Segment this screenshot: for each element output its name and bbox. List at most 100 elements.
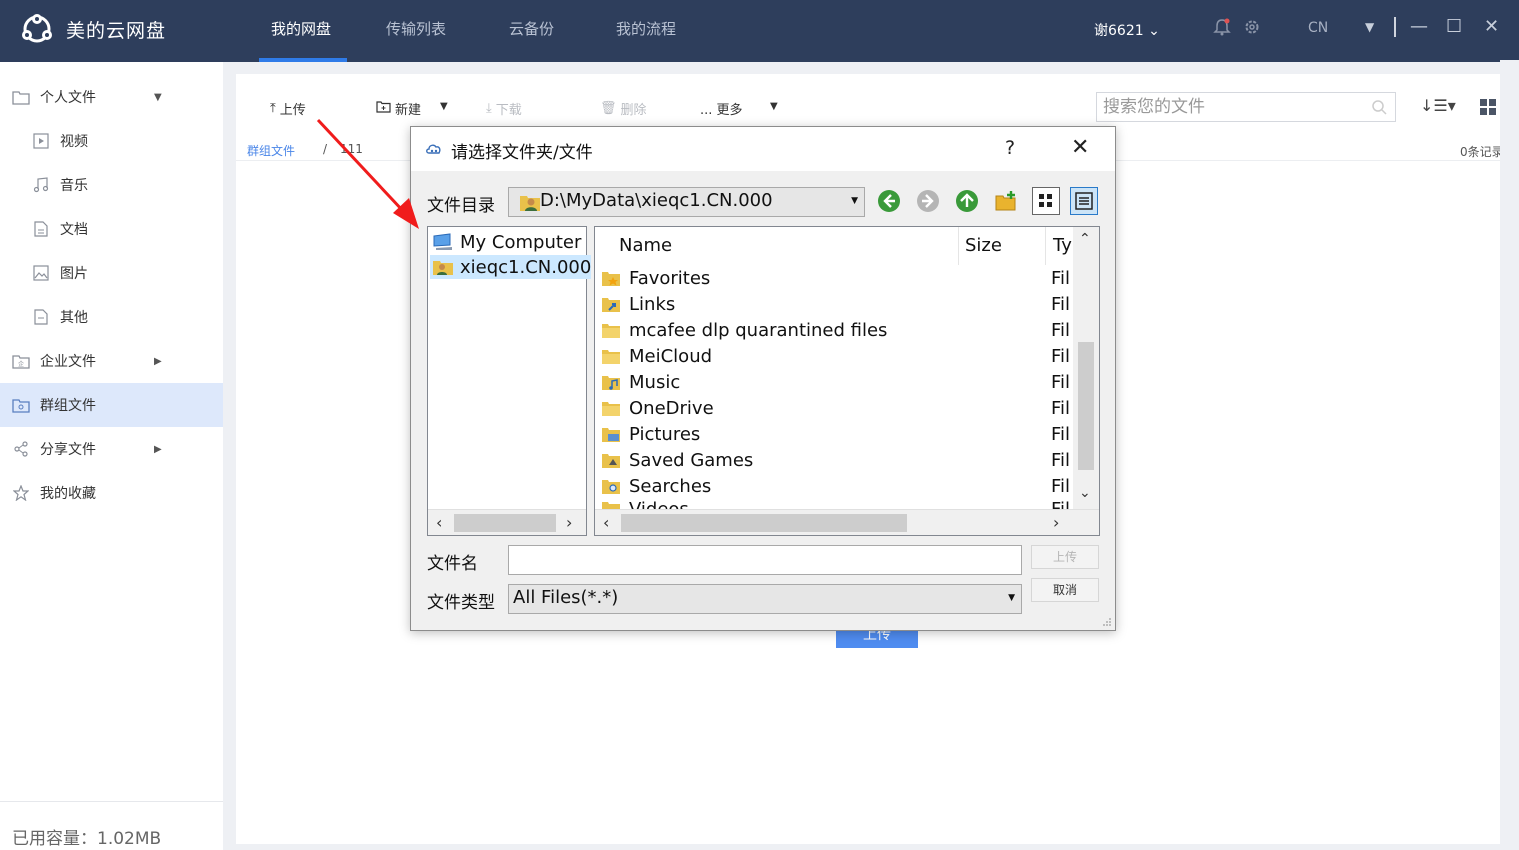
scroll-right-icon[interactable]: › [1053,513,1059,532]
search-input[interactable]: 搜索您的文件 [1096,92,1396,122]
icon-view-button[interactable] [1032,187,1060,215]
column-header-name[interactable]: Name [619,227,672,265]
dropdown-chevron-icon[interactable]: ▼ [1365,20,1374,34]
file-row[interactable]: Links Fil [601,291,1071,317]
file-row[interactable]: Favorites Fil [601,265,1071,291]
file-row[interactable]: Music Fil [601,369,1071,395]
file-row[interactable]: Saved Games Fil [601,447,1071,473]
sort-icon[interactable]: ↓☰▾ [1420,96,1456,115]
search-icon[interactable] [1371,99,1387,115]
sidebar-item-label: 其他 [60,310,88,326]
close-window-icon[interactable]: ✕ [1484,16,1499,37]
breadcrumb-separator: / [323,142,328,156]
sidebar: 个人文件 ▼ 视频 音乐 文档 图片 其他 企 企业文件 ▶ 群组文件 分享文件… [0,62,223,850]
more-label: ... 更多 [700,103,743,118]
file-list-vertical-scrollbar[interactable]: ⌃ ⌄ [1073,227,1099,511]
new-label: 新建 [395,103,422,118]
column-separator[interactable] [1045,227,1046,265]
sidebar-item-label: 视频 [60,134,88,150]
file-list-horizontal-scrollbar[interactable]: ‹ › [595,509,1099,535]
up-folder-icon[interactable] [955,189,979,213]
tree-item-user-folder[interactable]: xieqc1.CN.000 [430,255,592,279]
cloud-logo-icon [22,14,52,43]
sidebar-item-group-files[interactable]: 群组文件 [0,383,223,427]
file-row[interactable]: Pictures Fil [601,421,1071,447]
sidebar-item-label: 音乐 [60,178,88,194]
tab-transfer-list[interactable]: 传输列表 [386,18,446,39]
minimize-icon[interactable]: — [1410,16,1428,37]
filetype-value: All Files(*.*) [513,587,619,608]
column-separator[interactable] [958,227,959,265]
sidebar-item-favorites[interactable]: 我的收藏 [0,471,223,515]
search-placeholder: 搜索您的文件 [1103,97,1205,117]
expand-arrow-icon[interactable]: ▶ [154,356,162,367]
sidebar-item-personal-files[interactable]: 个人文件 ▼ [0,75,223,119]
scrollbar-thumb[interactable] [621,514,907,532]
language-selector[interactable]: CN [1308,20,1328,36]
column-header-size[interactable]: Size [965,227,1002,265]
grid-view-icon[interactable] [1480,99,1496,115]
file-row[interactable]: Searches Fil [601,473,1071,499]
directory-label: 文件目录 [427,196,495,216]
user-menu[interactable]: 谢6621 ⌄ [1094,20,1160,40]
top-bar: 美的云网盘 我的网盘 传输列表 云备份 我的流程 谢6621 ⌄ CN ▼ — … [0,0,1519,62]
file-row[interactable]: OneDrive Fil [601,395,1071,421]
share-icon [12,440,30,458]
scrollbar-thumb[interactable] [1078,342,1094,470]
new-folder-icon[interactable] [994,189,1018,213]
tab-my-process[interactable]: 我的流程 [616,18,676,39]
scroll-left-icon[interactable]: ‹ [436,513,442,532]
favorites-folder-icon [602,272,620,286]
expand-arrow-icon[interactable]: ▶ [154,444,162,455]
delete-button[interactable]: 🗑 删除 [600,99,647,118]
scroll-up-icon[interactable]: ⌃ [1079,231,1091,247]
breadcrumb-root[interactable]: 群组文件 [247,142,295,159]
maximize-icon[interactable]: ☐ [1446,16,1462,37]
tree-item-my-computer[interactable]: My Computer [432,230,581,254]
sidebar-item-enterprise-files[interactable]: 企 企业文件 ▶ [0,339,223,383]
tree-horizontal-scrollbar[interactable]: ‹ › [428,509,586,535]
file-list[interactable]: ⌃ Name Size Ty Favorites Fil Links Fil m… [594,226,1100,536]
new-button[interactable]: 新建 [376,99,421,118]
sidebar-item-other[interactable]: 其他 [0,295,223,339]
tab-my-disk[interactable]: 我的网盘 [271,18,331,39]
collapse-arrow-icon[interactable]: ▼ [154,92,162,103]
sidebar-item-music[interactable]: 音乐 [0,163,223,207]
new-dropdown-icon[interactable]: ▼ [440,101,448,112]
sidebar-item-video[interactable]: 视频 [0,119,223,163]
svg-text:企: 企 [18,360,24,368]
filename-input[interactable] [508,545,1022,575]
folder-icon [12,88,30,106]
download-button[interactable]: ⤓ 下载 [486,99,522,118]
upload-button[interactable]: ⤒ 上传 [270,99,306,118]
directory-combobox[interactable]: D:\MyData\xieqc1.CN.000 ▼ [508,187,865,217]
file-row[interactable]: MeiCloud Fil [601,343,1071,369]
resize-grip-icon[interactable] [1102,617,1112,627]
sidebar-item-images[interactable]: 图片 [0,251,223,295]
bell-icon[interactable] [1213,18,1231,40]
folder-tree[interactable]: My Computer xieqc1.CN.000 ‹ › [427,226,592,536]
scroll-right-icon[interactable]: › [566,513,572,532]
file-row[interactable]: mcafee dlp quarantined files Fil [601,317,1071,343]
scroll-left-icon[interactable]: ‹ [603,513,609,532]
sidebar-item-share-files[interactable]: 分享文件 ▶ [0,427,223,471]
tab-cloud-backup[interactable]: 云备份 [509,18,554,39]
delete-label: 删除 [620,103,647,118]
sidebar-item-documents[interactable]: 文档 [0,207,223,251]
app-title: 美的云网盘 [66,19,167,42]
help-button[interactable]: ? [1005,137,1015,159]
dialog-cancel-button[interactable]: 取消 [1031,578,1099,602]
scrollbar-thumb[interactable] [454,514,556,532]
scroll-down-icon[interactable]: ⌄ [1079,485,1091,501]
forward-arrow-icon[interactable] [916,189,940,213]
back-arrow-icon[interactable] [877,189,901,213]
dialog-upload-button[interactable]: 上传 [1031,545,1099,569]
filetype-select[interactable]: All Files(*.*) ▼ [508,584,1022,614]
detail-view-button[interactable] [1070,187,1098,215]
gear-icon[interactable] [1243,18,1261,40]
column-header-type[interactable]: Ty [1053,227,1072,265]
breadcrumb-current: 111 [340,142,363,156]
more-dropdown-icon[interactable]: ▼ [770,101,778,112]
dialog-close-button[interactable]: ✕ [1071,135,1089,160]
more-button[interactable]: ... 更多 [700,99,743,118]
